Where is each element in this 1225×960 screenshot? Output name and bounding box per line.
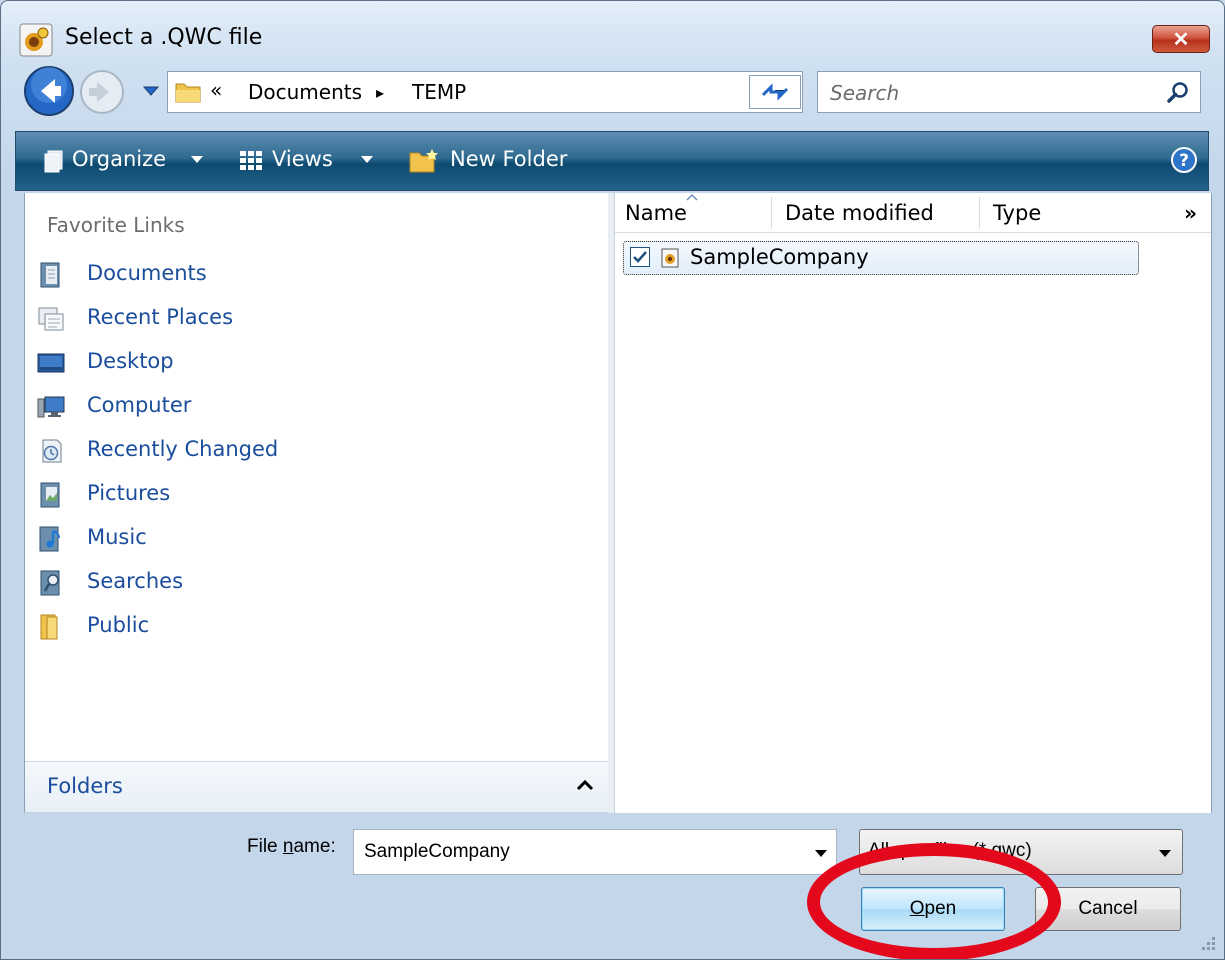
column-divider[interactable] [771,197,772,229]
back-button[interactable] [23,65,75,117]
breadcrumb-temp[interactable]: TEMP [412,80,466,104]
column-divider[interactable] [979,197,980,229]
organize-button[interactable]: Organize [72,147,166,171]
organize-icon [44,150,63,173]
favorite-link-recent-places[interactable]: Recent Places [37,299,597,339]
favorite-link-label: Public [87,613,150,637]
forward-button[interactable] [79,69,125,115]
address-bar[interactable]: « Documents ▸ TEMP [167,71,803,113]
favorite-link-computer[interactable]: Computer [37,387,597,427]
search-icon[interactable] [1166,81,1190,105]
file-name-input[interactable]: SampleCompany [364,841,510,863]
row-checkbox[interactable] [630,247,650,267]
title-bar: Select a .QWC file ✕ [1,1,1224,63]
favorite-link-label: Pictures [87,481,171,505]
more-columns-chevron-icon[interactable]: » [1184,201,1197,225]
command-toolbar: Organize Views New Folder ? [15,131,1209,191]
favorite-link-searches[interactable]: Searches [37,563,597,603]
file-name-combobox[interactable]: SampleCompany [353,829,837,875]
refresh-icon[interactable] [749,75,801,109]
breadcrumb-separator-icon[interactable]: ▸ [376,83,384,102]
favorite-link-label: Documents [87,261,207,285]
sort-ascending-icon [686,193,698,201]
close-button[interactable]: ✕ [1152,25,1210,53]
pictures-icon [40,482,60,508]
column-type[interactable]: Type [993,201,1041,225]
search-box[interactable]: Search [817,71,1201,113]
chevron-down-icon[interactable] [814,848,828,858]
help-icon[interactable]: ? [1170,146,1198,174]
favorite-link-label: Searches [87,569,184,593]
column-header-row: Name Date modified Type » [615,193,1211,233]
file-list-pane: Name Date modified Type » SampleCompany [614,193,1212,813]
window-title: Select a .QWC file [65,25,263,50]
file-row[interactable]: SampleCompany [623,241,1139,275]
recent-places-icon [38,307,64,331]
favorite-link-desktop[interactable]: Desktop [37,343,597,383]
favorite-link-label: Recently Changed [87,437,279,461]
recent-pages-dropdown-icon[interactable] [141,81,161,101]
views-icon [240,151,262,170]
favorite-link-music[interactable]: Music [37,519,597,559]
new-folder-icon [409,149,438,173]
quickbooks-app-icon [19,23,53,57]
new-folder-button[interactable]: New Folder [450,147,567,171]
organize-dropdown-icon[interactable] [190,152,204,166]
views-button[interactable]: Views [272,147,333,171]
music-icon [39,526,60,552]
favorite-links-heading: Favorite Links [47,213,185,237]
resize-grip-icon[interactable] [1198,933,1218,953]
favorite-link-label: Music [87,525,147,549]
navigation-pane: Favorite Links Documents Recent Places D… [24,193,608,813]
breadcrumb-documents[interactable]: Documents [248,80,362,104]
documents-icon [40,262,60,288]
favorite-link-public[interactable]: Public [37,607,597,647]
views-dropdown-icon[interactable] [360,152,374,166]
public-folder-icon [40,614,58,640]
favorite-link-recently-changed[interactable]: Recently Changed [37,431,597,471]
file-name-label: File name: [247,836,336,857]
column-date-modified[interactable]: Date modified [785,201,934,225]
chevron-down-icon[interactable] [1158,848,1172,858]
folder-icon [175,83,201,103]
chevron-up-icon[interactable] [576,778,594,792]
searches-icon [40,570,60,596]
close-icon: ✕ [1172,29,1190,51]
address-overflow-chevron[interactable]: « [210,78,222,102]
svg-text:?: ? [1179,151,1189,171]
column-name[interactable]: Name [625,201,687,225]
favorite-link-label: Recent Places [87,305,234,329]
favorite-link-label: Computer [87,393,192,417]
folders-label: Folders [47,774,123,798]
file-name: SampleCompany [690,245,869,269]
qwc-file-icon [661,248,679,268]
file-open-dialog: Select a .QWC file ✕ « Documents ▸ TEMP [0,0,1225,960]
search-input[interactable]: Search [830,81,899,105]
folders-toggle[interactable]: Folders [25,761,608,812]
computer-icon [37,396,65,418]
favorite-link-pictures[interactable]: Pictures [37,475,597,515]
favorite-link-documents[interactable]: Documents [37,255,597,295]
recently-changed-icon [42,439,62,463]
favorite-link-label: Desktop [87,349,174,373]
desktop-icon [37,353,65,373]
annotation-highlight-ring [807,843,1061,959]
